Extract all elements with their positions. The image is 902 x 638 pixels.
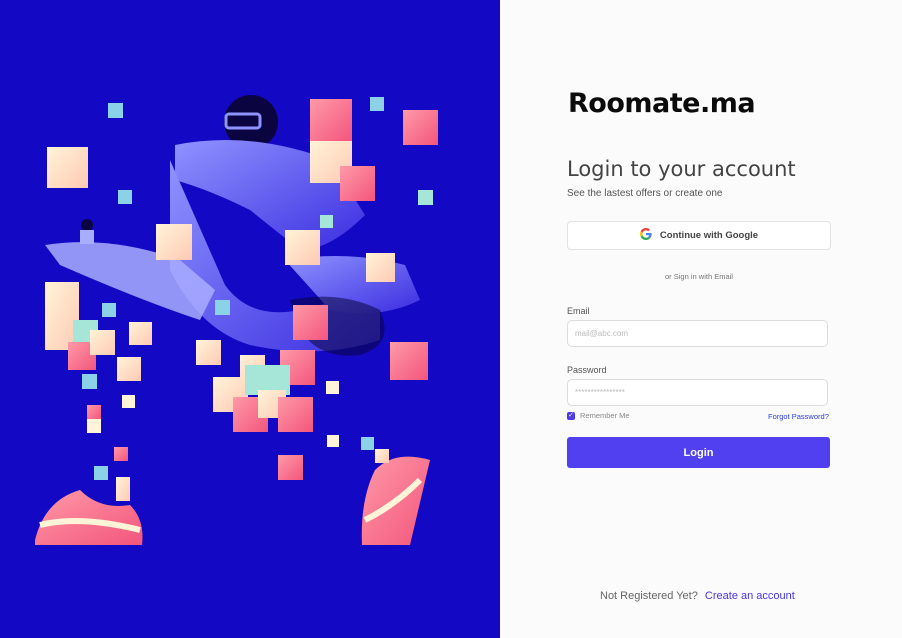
- remember-label: Remember Me: [580, 411, 630, 420]
- google-icon: [639, 227, 652, 245]
- hero-illustration: [0, 0, 500, 638]
- email-label: Email: [567, 306, 590, 316]
- google-signin-label: Continue with Google: [659, 230, 759, 241]
- remember-checkbox[interactable]: ✓: [567, 411, 575, 420]
- email-divider: or Sign in with Email: [665, 272, 733, 281]
- email-field[interactable]: [567, 320, 828, 347]
- register-prompt-text: Not Registered Yet?: [600, 590, 698, 602]
- register-prompt: Not Registered Yet? Create an account: [600, 590, 795, 602]
- forgot-password-link[interactable]: Forgot Password?: [768, 412, 829, 421]
- page-subtitle: See the lastest offers or create one: [567, 188, 723, 199]
- page-title: Login to your account: [567, 157, 796, 181]
- password-field[interactable]: [567, 379, 828, 406]
- create-account-link[interactable]: Create an account: [705, 590, 795, 602]
- login-button[interactable]: Login: [567, 437, 830, 468]
- illustration-art: [35, 95, 438, 545]
- google-signin-button[interactable]: Continue with Google: [567, 221, 831, 250]
- remember-me[interactable]: ✓ Remember Me: [567, 411, 630, 420]
- password-label: Password: [567, 365, 607, 375]
- login-panel: Roomate.ma Login to your account See the…: [500, 0, 902, 638]
- brand-logo: Roomate.ma: [568, 88, 756, 119]
